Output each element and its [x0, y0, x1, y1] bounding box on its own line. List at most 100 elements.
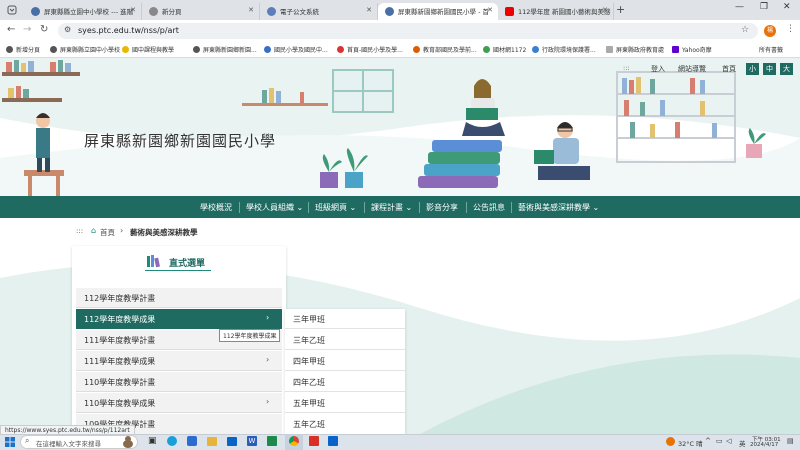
network-icon[interactable]: ▭: [716, 437, 723, 445]
mail-icon[interactable]: [227, 437, 237, 446]
word-icon[interactable]: W: [247, 436, 257, 446]
back-icon[interactable]: ←: [7, 24, 15, 35]
bookmark-label: 國民小學及國民中...: [274, 47, 328, 54]
login-link[interactable]: 登入: [651, 64, 665, 74]
font-size-large-button[interactable]: 大: [780, 63, 793, 75]
bookmark-item[interactable]: 行政院環境保護署...: [532, 45, 596, 54]
nav-school-overview[interactable]: 學校概況: [200, 202, 232, 213]
bookmark-item[interactable]: 屏東縣縣立園中小學校: [50, 45, 120, 54]
site-info-icon[interactable]: ⚙: [64, 25, 71, 34]
submenu-item-label: 五年乙班: [293, 420, 325, 429]
bookmark-item[interactable]: 屏東縣新園鄉新園...: [193, 45, 257, 54]
home-link[interactable]: 首頁: [722, 64, 736, 74]
bookmark-item[interactable]: 教育部國民及學前...: [413, 45, 477, 54]
reload-icon[interactable]: ↻: [40, 24, 48, 35]
nav-announcements[interactable]: 公告訊息: [473, 202, 505, 213]
top-dots: :::: [623, 64, 630, 72]
tab-label: 112學年度 新園國小藝術與美感: [518, 8, 611, 16]
bookmark-star-icon[interactable]: ☆: [741, 25, 749, 35]
bookmark-item[interactable]: 國中課程與教學: [122, 45, 174, 54]
browser-tab[interactable]: 新分頁 ✕: [142, 3, 260, 20]
chevron-right-icon: ›: [266, 397, 270, 406]
bookmark-label: 行政院環境保護署...: [542, 47, 596, 54]
nav-divider: [511, 202, 512, 213]
bookmark-item[interactable]: 國材網1172: [483, 45, 526, 54]
tray-chevron-icon[interactable]: ^: [705, 437, 711, 445]
font-size-medium-button[interactable]: 中: [763, 63, 776, 75]
hero-illustration: [0, 58, 800, 196]
close-window-icon[interactable]: ✕: [783, 2, 791, 12]
favicon-icon: [385, 7, 394, 16]
side-menu-item-label: 111學年度教學計畫: [84, 336, 156, 345]
all-bookmarks[interactable]: 所有書籤: [759, 45, 783, 54]
close-tab-icon[interactable]: ✕: [130, 6, 136, 14]
browser-tab[interactable]: 電子公文系統 ✕: [260, 3, 378, 20]
nav-divider: [364, 202, 365, 213]
volume-icon[interactable]: ◁: [726, 437, 731, 445]
ime-indicator[interactable]: 英: [739, 438, 746, 448]
bookmark-item[interactable]: 首頁-國民小學及學...: [337, 45, 403, 54]
file-explorer-icon[interactable]: [207, 437, 217, 446]
nav-curriculum[interactable]: 課程計畫 ⌄: [371, 202, 412, 213]
sitemap-link[interactable]: 網站導覽: [678, 64, 706, 74]
nav-label: 學校概況: [200, 203, 232, 212]
windows-start-icon[interactable]: [5, 437, 15, 447]
submenu-item-label: 三年甲班: [293, 315, 325, 324]
side-menu-title-underline: [145, 270, 211, 271]
side-menu-item-label: 110學年度教學計畫: [84, 378, 156, 387]
chevron-down-icon: ⌄: [592, 203, 600, 212]
browser-tab[interactable]: 屏東縣縣立園中小學校 --- 進階 ✕: [24, 3, 142, 20]
close-tab-icon[interactable]: ✕: [602, 6, 608, 14]
nav-media[interactable]: 影音分享: [426, 202, 458, 213]
taskbar-search-placeholder: 在這裡輸入文字來搜尋: [36, 440, 101, 448]
weather-text[interactable]: 32°C 晴: [678, 438, 703, 448]
browser-tab[interactable]: 112學年度 新園國小藝術與美感 ✕: [498, 3, 614, 20]
close-tab-icon[interactable]: ✕: [366, 6, 372, 14]
url-text[interactable]: syes.ptc.edu.tw/nss/p/art: [78, 26, 179, 35]
nav-label: 藝術與美感深耕教學: [518, 203, 590, 212]
app-icon[interactable]: [328, 436, 338, 446]
bookmark-item[interactable]: 新增分頁: [6, 45, 40, 54]
site-title[interactable]: 屏東縣新園鄉新園國民小學: [84, 130, 276, 151]
pdf-icon[interactable]: [309, 436, 319, 446]
tab-search-icon[interactable]: [7, 5, 17, 15]
clock-date[interactable]: 2024/4/17: [750, 442, 778, 448]
chrome-icon[interactable]: [289, 436, 299, 446]
new-tab-button[interactable]: +: [616, 3, 625, 16]
nav-staff[interactable]: 學校人員組織 ⌄: [246, 202, 303, 213]
tooltip: 112學年度教學成果: [219, 329, 281, 342]
breadcrumb-separator-icon: ›: [120, 226, 124, 235]
close-tab-icon[interactable]: ✕: [487, 6, 493, 14]
nav-divider: [466, 202, 467, 213]
nav-art-education[interactable]: 藝術與美感深耕教學 ⌄: [518, 202, 599, 213]
app-icon[interactable]: [267, 436, 277, 446]
search-icon: ⌕: [25, 436, 30, 445]
weather-icon: [666, 437, 675, 446]
nav-class-pages[interactable]: 班級網頁 ⌄: [315, 202, 356, 213]
youtube-icon: [505, 7, 514, 16]
browser-menu-icon[interactable]: ⋮: [786, 24, 795, 34]
minimize-icon[interactable]: —: [735, 2, 744, 12]
notification-icon[interactable]: ▤: [787, 437, 794, 445]
maximize-icon[interactable]: ❐: [760, 2, 768, 12]
breadcrumb-home[interactable]: 首頁: [100, 227, 115, 238]
browser-tab-active[interactable]: 屏東縣新園鄉新園國民小學 - 首 ✕: [378, 3, 498, 20]
chevron-right-icon: ›: [266, 313, 270, 322]
bookmark-item[interactable]: 屏東縣政府教育處: [606, 45, 664, 54]
bookmark-label: Yahoo奇摩: [682, 47, 712, 54]
edge-icon[interactable]: [167, 436, 177, 446]
forward-icon[interactable]: →: [23, 24, 31, 35]
store-icon[interactable]: [187, 436, 197, 446]
bookmark-item[interactable]: 國民小學及國民中...: [264, 45, 328, 54]
chevron-right-icon: ›: [266, 355, 270, 364]
hero-banner: 屏東縣新園鄉新園國民小學 ::: 登入 網站導覽 首頁 小 中 大: [0, 58, 800, 196]
browser-tab-bar: 屏東縣縣立園中小學校 --- 進階 ✕ 新分頁 ✕ 電子公文系統 ✕ 屏東縣新園鄉新園…: [0, 0, 800, 20]
profile-avatar[interactable]: 楊: [764, 25, 776, 37]
task-view-icon[interactable]: ▣: [148, 436, 157, 446]
nav-label: 公告訊息: [473, 203, 505, 212]
books-icon: [146, 254, 160, 268]
close-tab-icon[interactable]: ✕: [248, 6, 254, 14]
bookmark-label: 屏東縣縣立園中小學校: [60, 47, 121, 54]
font-size-small-button[interactable]: 小: [746, 63, 759, 75]
bookmark-item[interactable]: Yahoo奇摩: [672, 45, 712, 54]
